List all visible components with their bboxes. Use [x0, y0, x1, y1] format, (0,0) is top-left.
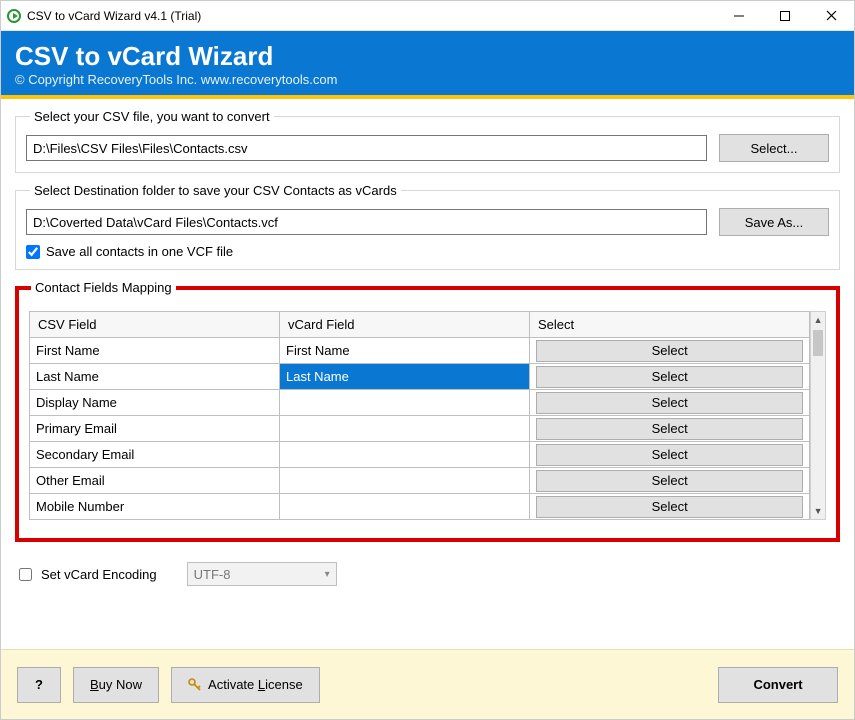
select-cell: Select [530, 494, 810, 520]
help-button[interactable]: ? [17, 667, 61, 703]
vcard-field-cell[interactable] [280, 494, 530, 520]
col-csv-field[interactable]: CSV Field [30, 312, 280, 338]
select-cell: Select [530, 390, 810, 416]
select-mapping-button[interactable]: Select [536, 444, 803, 466]
mapping-legend: Contact Fields Mapping [31, 280, 176, 295]
csv-field-cell[interactable]: Last Name [30, 364, 280, 390]
vcard-field-cell[interactable] [280, 468, 530, 494]
select-cell: Select [530, 468, 810, 494]
source-path-input[interactable] [26, 135, 707, 161]
encoding-row: Set vCard Encoding UTF-8 ▾ [15, 562, 840, 586]
table-row[interactable]: Mobile Number Select [30, 494, 810, 520]
col-select[interactable]: Select [530, 312, 810, 338]
select-mapping-button[interactable]: Select [536, 496, 803, 518]
vcard-field-cell[interactable] [280, 416, 530, 442]
buy-now-button[interactable]: Buy Now [73, 667, 159, 703]
scroll-thumb[interactable] [813, 330, 823, 356]
select-mapping-button[interactable]: Select [536, 470, 803, 492]
save-all-checkbox[interactable] [26, 245, 40, 259]
save-all-label[interactable]: Save all contacts in one VCF file [46, 244, 233, 259]
scroll-up-icon[interactable]: ▲ [811, 312, 825, 328]
csv-field-cell[interactable]: Mobile Number [30, 494, 280, 520]
encoding-checkbox[interactable] [19, 568, 32, 581]
encoding-label[interactable]: Set vCard Encoding [41, 567, 157, 582]
select-cell: Select [530, 364, 810, 390]
table-row[interactable]: Primary Email Select [30, 416, 810, 442]
mapping-scrollbar[interactable]: ▲ ▼ [810, 311, 826, 520]
maximize-button[interactable] [762, 1, 808, 31]
table-row[interactable]: Secondary Email Select [30, 442, 810, 468]
key-icon [188, 678, 202, 692]
table-row[interactable]: Other Email Select [30, 468, 810, 494]
select-source-button[interactable]: Select... [719, 134, 829, 162]
csv-field-cell[interactable]: First Name [30, 338, 280, 364]
titlebar: CSV to vCard Wizard v4.1 (Trial) [1, 1, 854, 31]
destination-path-input[interactable] [26, 209, 707, 235]
encoding-select[interactable]: UTF-8 ▾ [187, 562, 337, 586]
select-mapping-button[interactable]: Select [536, 366, 803, 388]
select-mapping-button[interactable]: Select [536, 340, 803, 362]
vcard-field-cell[interactable]: Last Name [280, 364, 530, 390]
vcard-field-cell[interactable]: First Name [280, 338, 530, 364]
vcard-field-cell[interactable] [280, 442, 530, 468]
activate-license-button[interactable]: Activate License [171, 667, 320, 703]
csv-field-cell[interactable]: Secondary Email [30, 442, 280, 468]
scroll-down-icon[interactable]: ▼ [811, 503, 825, 519]
select-cell: Select [530, 338, 810, 364]
select-mapping-button[interactable]: Select [536, 418, 803, 440]
table-row[interactable]: Display Name Select [30, 390, 810, 416]
mapping-group: Contact Fields Mapping CSV Field vCard F… [15, 280, 840, 542]
footer: ? Buy Now Activate License Convert [1, 649, 854, 719]
banner-subtitle: © Copyright RecoveryTools Inc. www.recov… [15, 72, 840, 87]
destination-legend: Select Destination folder to save your C… [30, 183, 401, 198]
csv-field-cell[interactable]: Other Email [30, 468, 280, 494]
select-cell: Select [530, 442, 810, 468]
close-button[interactable] [808, 1, 854, 31]
convert-button[interactable]: Convert [718, 667, 838, 703]
save-as-button[interactable]: Save As... [719, 208, 829, 236]
source-legend: Select your CSV file, you want to conver… [30, 109, 274, 124]
mapping-table: CSV Field vCard Field Select First NameF… [29, 311, 810, 520]
table-row[interactable]: Last NameLast Name Select [30, 364, 810, 390]
select-mapping-button[interactable]: Select [536, 392, 803, 414]
vcard-field-cell[interactable] [280, 390, 530, 416]
select-cell: Select [530, 416, 810, 442]
minimize-button[interactable] [716, 1, 762, 31]
csv-field-cell[interactable]: Primary Email [30, 416, 280, 442]
encoding-value: UTF-8 [194, 567, 231, 582]
source-group: Select your CSV file, you want to conver… [15, 109, 840, 173]
window-title: CSV to vCard Wizard v4.1 (Trial) [27, 9, 201, 23]
app-icon [7, 9, 21, 23]
banner-title: CSV to vCard Wizard [15, 41, 840, 72]
table-row[interactable]: First NameFirst Name Select [30, 338, 810, 364]
banner: CSV to vCard Wizard © Copyright Recovery… [1, 31, 854, 99]
chevron-down-icon: ▾ [325, 569, 330, 580]
col-vcard-field[interactable]: vCard Field [280, 312, 530, 338]
destination-group: Select Destination folder to save your C… [15, 183, 840, 270]
csv-field-cell[interactable]: Display Name [30, 390, 280, 416]
